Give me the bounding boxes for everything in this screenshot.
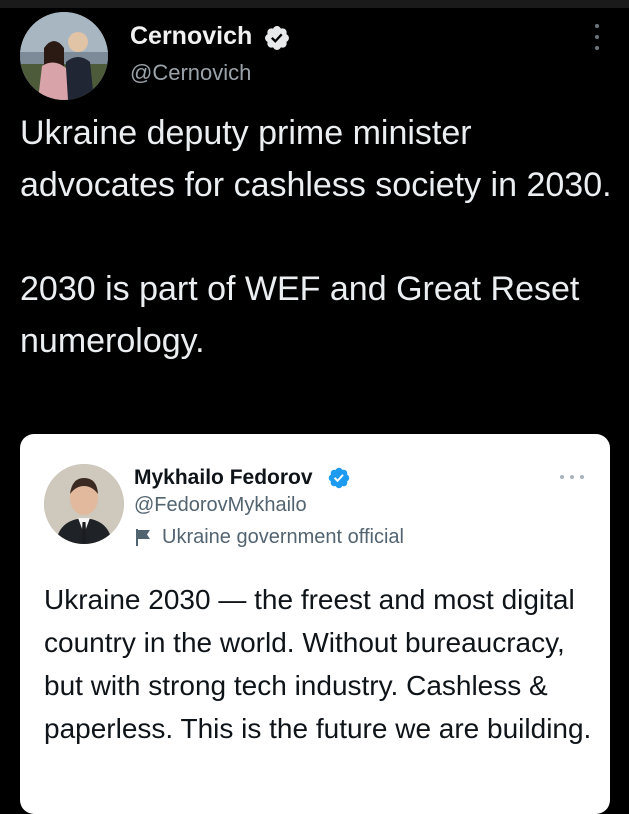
tweet-paragraph: 2030 is part of WEF and Great Reset nume…	[20, 270, 580, 360]
verified-badge-icon	[263, 24, 291, 52]
quoted-author-handle[interactable]: @FedorovMykhailo	[134, 494, 307, 517]
author-handle[interactable]: @Cernovich	[130, 60, 251, 86]
quoted-avatar-photo	[44, 464, 124, 544]
author-name[interactable]: Cernovich	[130, 22, 252, 51]
avatar[interactable]	[20, 12, 108, 100]
verified-badge-icon	[327, 466, 351, 490]
avatar-photo	[20, 12, 108, 100]
quoted-tweet-text: Ukraine 2030 — the freest and most digit…	[44, 584, 592, 744]
government-label: Ukraine government official	[134, 524, 404, 550]
tweet-paragraph: Ukraine deputy prime minister advocates …	[20, 114, 612, 204]
more-horizontal-icon[interactable]	[560, 474, 584, 480]
flag-icon	[136, 529, 150, 546]
quoted-avatar[interactable]	[44, 464, 124, 544]
quoted-author-name[interactable]: Mykhailo Fedorov	[134, 466, 313, 490]
government-label-text: Ukraine government official	[162, 525, 404, 548]
quoted-tweet-card[interactable]: Mykhailo Fedorov @FedorovMykhailo Ukrain…	[20, 434, 610, 814]
more-vertical-icon[interactable]	[588, 24, 606, 50]
tweet-text: Ukraine deputy prime minister advocates …	[20, 107, 620, 367]
tweet: Cernovich @Cernovich Ukraine deputy prim…	[0, 0, 629, 814]
